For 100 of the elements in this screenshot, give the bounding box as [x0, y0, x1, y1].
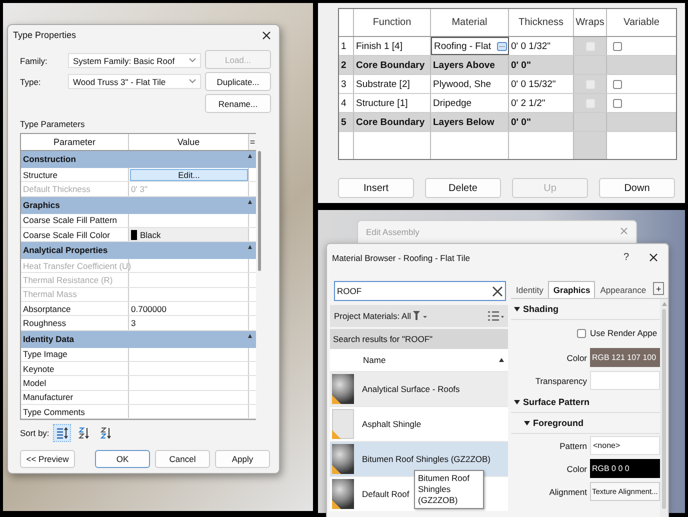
table-cell: Plywood, She	[431, 75, 509, 93]
parameter-name: Default Thickness	[21, 182, 129, 196]
results-heading: Search results for "ROOF"	[330, 329, 508, 349]
window-title: Type Properties	[13, 30, 76, 40]
variable-checkbox[interactable]	[613, 42, 622, 50]
table-cell: Core Boundary	[354, 56, 431, 74]
wraps-checkbox[interactable]	[586, 98, 594, 108]
collapse-icon[interactable]	[248, 154, 252, 159]
dialog-button[interactable]: OK	[95, 450, 150, 468]
color-value[interactable]: Black	[129, 228, 249, 242]
parameter-name: Absorptance	[21, 302, 129, 316]
property-label: Alignment	[548, 486, 587, 496]
section-title: Foreground	[533, 418, 584, 428]
tab[interactable]: Appearance	[595, 281, 652, 298]
parameter-name: Manufacturer	[21, 390, 129, 404]
help-button[interactable]: ?	[623, 252, 629, 263]
sort-arrow-icon[interactable]	[499, 358, 504, 362]
parameter-name: Model	[21, 376, 129, 390]
row-number: 5	[339, 113, 354, 131]
expand-icon[interactable]	[524, 420, 530, 426]
column-header: Material	[431, 9, 509, 36]
dialog-button[interactable]: Apply	[215, 450, 270, 468]
window-title: Material Browser - Roofing - Flat Tile	[332, 252, 470, 262]
column-header: Function	[354, 9, 431, 36]
parameter-name: Heat Transfer Coefficient (U)	[21, 259, 129, 272]
column-header: =	[249, 134, 256, 150]
table-cell: Layers Above	[431, 56, 509, 74]
group-header[interactable]: Graphics	[21, 196, 256, 214]
collapse-icon[interactable]	[248, 200, 252, 205]
table-cell: Finish 1 [4]	[354, 37, 431, 55]
parameter-name: Keynote	[21, 362, 129, 376]
column-header: Parameter	[21, 134, 129, 150]
sort-descending-icon	[100, 427, 112, 440]
parameter-name: Structure	[21, 168, 129, 182]
group-title: Construction	[23, 154, 76, 164]
input-field[interactable]	[590, 371, 660, 390]
filter-dropdown[interactable]: Project Materials: All	[334, 311, 411, 321]
group-header[interactable]: Identity Data	[21, 330, 256, 348]
list-view-icon[interactable]	[488, 310, 504, 322]
window-title: Edit Assembly	[366, 227, 420, 237]
property-label: Pattern	[558, 440, 587, 450]
layer-button[interactable]: Insert	[338, 178, 414, 198]
sort-button[interactable]	[53, 424, 72, 442]
field-label: Family:	[20, 56, 48, 66]
dialog-button[interactable]: << Preview	[20, 450, 75, 468]
search-field[interactable]: ROOF	[334, 281, 506, 301]
collapse-icon[interactable]	[248, 334, 252, 339]
dropdown[interactable]: System Family: Basic Roof	[68, 53, 201, 68]
material-item[interactable]: Asphalt Shingle	[330, 406, 508, 441]
dialog-button[interactable]: Rename...	[205, 94, 271, 113]
property-label: Color	[566, 352, 587, 362]
caret-icon	[189, 79, 196, 84]
clear-icon[interactable]	[492, 286, 503, 296]
layer-button[interactable]: Delete	[425, 178, 501, 198]
checkbox[interactable]	[577, 328, 586, 338]
parameter-name: Thermal Resistance (R)	[21, 273, 129, 287]
layer-button[interactable]: Down	[599, 178, 675, 198]
dialog-button[interactable]: Duplicate...	[205, 72, 271, 91]
parameter-value: 0.700000	[131, 304, 166, 314]
table-cell: Layers Below	[431, 113, 509, 131]
table-cell: Core Boundary	[354, 113, 431, 131]
wraps-checkbox[interactable]	[586, 80, 594, 88]
row-number: 2	[339, 56, 354, 74]
color-swatch[interactable]: RGB 0 0 0	[590, 459, 660, 478]
column-header: Variable	[622, 16, 660, 30]
field-label: Type:	[20, 76, 42, 86]
color-swatch[interactable]: RGB 121 107 100	[590, 348, 660, 367]
add-tab-button[interactable]: +	[653, 282, 664, 295]
column-header: Name	[363, 355, 386, 365]
section-label: Type Parameters	[20, 119, 86, 129]
group-sort-icon	[56, 427, 68, 440]
close-icon[interactable]	[262, 30, 271, 40]
dialog-button[interactable]: Cancel	[155, 450, 210, 468]
expand-icon[interactable]	[514, 306, 520, 312]
group-header[interactable]: Analytical Properties	[21, 242, 256, 260]
group-title: Graphics	[23, 200, 60, 210]
row-number: 3	[339, 75, 354, 93]
close-icon[interactable]	[649, 253, 658, 262]
group-header[interactable]: Construction	[21, 151, 256, 168]
input-field[interactable]: <none>	[590, 436, 660, 455]
pattern-thumbnail	[332, 409, 354, 439]
variable-checkbox[interactable]	[613, 98, 622, 108]
scrollbar[interactable]	[660, 299, 668, 517]
row-number: 1	[339, 37, 354, 55]
checkbox-label: Use Render Appe	[590, 328, 658, 338]
parameter-name: Type Comments	[21, 404, 129, 418]
material-item[interactable]: Analytical Surface - Roofs	[330, 371, 508, 406]
variable-checkbox[interactable]	[613, 80, 622, 88]
material-item[interactable]: Bitumen Roof Shingles (GZ2ZOB)	[330, 441, 508, 476]
section-title: Shading	[523, 304, 558, 314]
column-header: Thickness	[509, 9, 574, 36]
wraps-checkbox[interactable]	[586, 42, 594, 50]
filter-icon[interactable]	[413, 311, 427, 321]
collapse-icon[interactable]	[248, 245, 252, 250]
parameter-value: 3	[131, 318, 136, 328]
dropdown[interactable]: Wood Truss 3" - Flat Tile	[68, 74, 201, 89]
expand-icon[interactable]	[514, 399, 520, 405]
tab[interactable]: Identity	[511, 281, 548, 298]
tab[interactable]: Graphics	[548, 281, 596, 298]
edit-button[interactable]: Edit...	[130, 168, 248, 181]
